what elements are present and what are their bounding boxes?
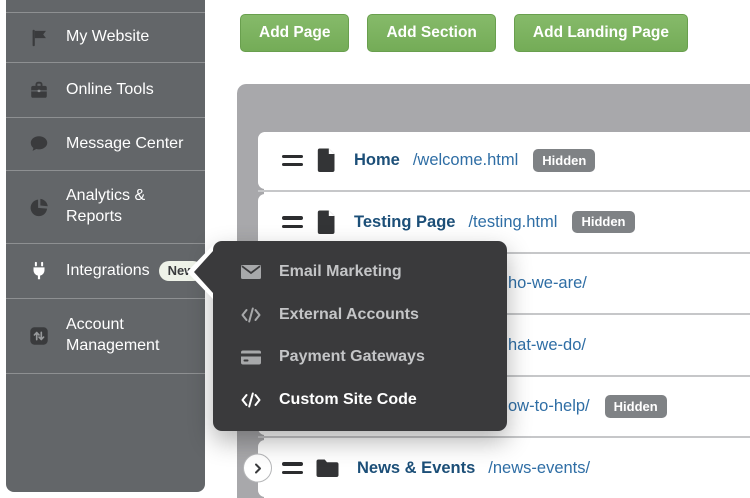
menu-item-label: Payment Gateways [279, 348, 425, 366]
page-url[interactable]: ho-we-are/ [508, 274, 587, 293]
hidden-status-badge: Hidden [572, 210, 635, 234]
sidebar-item-label: Analytics & Reports [66, 187, 146, 225]
add-section-button[interactable]: Add Section [367, 14, 496, 52]
toolbox-icon [26, 79, 52, 101]
plug-icon [26, 260, 52, 282]
menu-item-label: Email Marketing [279, 263, 402, 281]
add-page-button[interactable]: Add Page [240, 14, 350, 52]
menu-item-custom-site-code[interactable]: Custom Site Code [213, 379, 507, 422]
sidebar-item-label: Message Center [66, 134, 184, 152]
sidebar-item-online-tools[interactable]: Online Tools [6, 63, 205, 118]
sidebar: My Website Online Tools Message Center A… [6, 0, 205, 492]
page-url[interactable]: hat-we-do/ [508, 336, 586, 355]
menu-item-label: External Accounts [279, 305, 419, 323]
page-file-icon [314, 147, 338, 174]
add-landing-page-button[interactable]: Add Landing Page [513, 14, 688, 52]
sidebar-item-my-website[interactable]: My Website [6, 13, 205, 63]
sidebar-item-partial [6, 0, 205, 13]
hidden-status-badge: Hidden [604, 395, 667, 418]
page-url[interactable]: /testing.html [468, 213, 557, 232]
chat-bubble-icon [26, 133, 52, 155]
sidebar-item-label: Account Management [66, 316, 160, 354]
sidebar-item-analytics-reports[interactable]: Analytics & Reports [6, 171, 205, 244]
drag-handle-icon[interactable] [282, 462, 303, 474]
code-icon [239, 305, 263, 325]
toolbar: Add Page Add Section Add Landing Page [240, 14, 688, 52]
sidebar-item-label: Integrations [66, 261, 150, 279]
pie-chart-icon [26, 196, 52, 218]
swap-arrows-icon [26, 325, 52, 347]
panel-header [237, 84, 750, 132]
page-url[interactable]: /welcome.html [413, 151, 518, 170]
sidebar-filler [6, 374, 205, 492]
flag-icon [26, 27, 52, 49]
sidebar-item-account-management[interactable]: Account Management [6, 299, 205, 374]
table-row-home[interactable]: Home /welcome.html Hidden [258, 132, 750, 189]
page-title[interactable]: Testing Page [354, 213, 455, 232]
drag-handle-icon[interactable] [282, 154, 303, 167]
code-icon [239, 390, 263, 410]
page-title[interactable]: News & Events [357, 459, 475, 478]
page-file-icon [314, 209, 338, 236]
integrations-flyout-menu: Email Marketing External Accounts Paymen… [187, 241, 507, 431]
page-title[interactable]: Home [354, 151, 400, 170]
expand-chevron-button[interactable] [243, 453, 272, 483]
sidebar-item-label: Online Tools [66, 80, 154, 98]
menu-item-payment-gateways[interactable]: Payment Gateways [213, 336, 507, 379]
page-url[interactable]: /news-events/ [488, 459, 590, 478]
menu-item-label: Custom Site Code [279, 390, 417, 408]
sidebar-item-label: My Website [66, 28, 150, 46]
credit-card-icon [239, 349, 263, 366]
page-url[interactable]: ow-to-help/ [508, 397, 590, 416]
menu-item-email-marketing[interactable]: Email Marketing [213, 251, 507, 294]
hidden-status-badge: Hidden [533, 149, 596, 172]
page-manager-screen: My Website Online Tools Message Center A… [0, 0, 750, 498]
sidebar-item-integrations[interactable]: Integrations New [6, 244, 205, 299]
menu-item-external-accounts[interactable]: External Accounts [213, 294, 507, 337]
envelope-icon [239, 263, 263, 281]
drag-handle-icon[interactable] [282, 216, 303, 228]
folder-icon [314, 456, 341, 480]
table-row-news-events[interactable]: News & Events /news-events/ [243, 436, 750, 497]
sidebar-item-message-center[interactable]: Message Center [6, 118, 205, 171]
